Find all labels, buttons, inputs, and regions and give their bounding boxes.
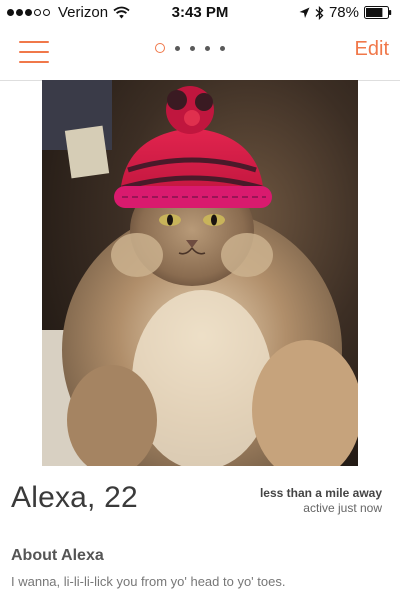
bluetooth-icon bbox=[315, 5, 324, 20]
nav-bar: Edit bbox=[0, 26, 400, 81]
page-dot bbox=[175, 45, 180, 51]
page-dot bbox=[205, 45, 210, 51]
about-heading: About Alexa bbox=[11, 547, 104, 564]
battery-icon bbox=[364, 6, 392, 19]
menu-icon[interactable] bbox=[19, 41, 49, 63]
status-right: 78% bbox=[299, 4, 392, 21]
activity-status: active just now bbox=[303, 501, 382, 515]
profile-photo[interactable] bbox=[42, 80, 358, 466]
battery-percent: 78% bbox=[328, 4, 359, 21]
location-arrow-icon bbox=[299, 7, 310, 18]
about-bio: I wanna, li-li-li-lick you from yo' head… bbox=[11, 574, 286, 589]
status-bar: Verizon 3:43 PM 78% bbox=[0, 0, 400, 26]
page-dot bbox=[220, 45, 225, 51]
page-dot-active bbox=[155, 43, 165, 53]
profile-name-age: Alexa, 22 bbox=[11, 481, 138, 514]
page-dot bbox=[190, 45, 195, 51]
distance-label: less than a mile away bbox=[259, 486, 382, 500]
page-indicator bbox=[155, 43, 225, 53]
edit-button[interactable]: Edit bbox=[355, 38, 389, 61]
